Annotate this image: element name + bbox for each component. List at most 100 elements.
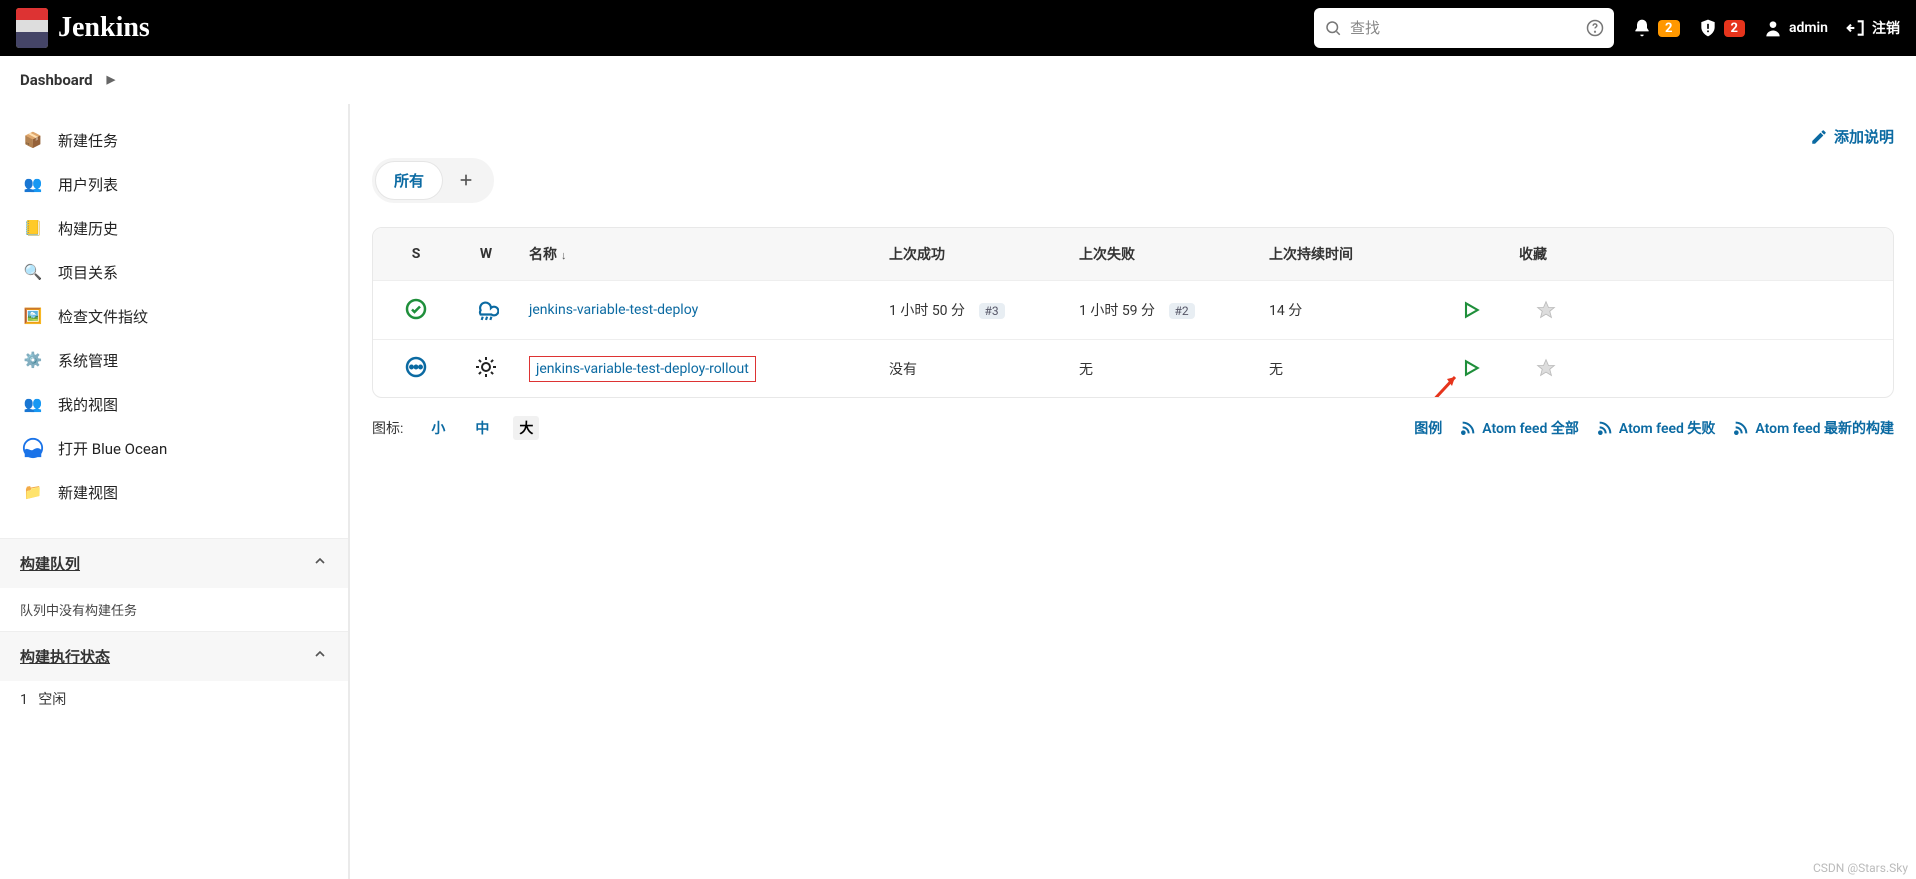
feed-latest-link[interactable]: Atom feed 最新的构建 [1733,418,1894,438]
top-header: Jenkins 2 2 admin 注销 [0,0,1916,56]
col-weather[interactable]: W [451,246,521,262]
shield-alert-icon [1698,18,1718,38]
col-last-failure[interactable]: 上次失败 [1071,244,1261,264]
user-icon [1763,18,1783,38]
icons-label: 图标: [372,418,403,438]
sidebar-item-label: 打开 Blue Ocean [58,438,167,459]
collapse-icon[interactable] [312,646,328,666]
sidebar-item-new-job[interactable]: 📦 新建任务 [0,118,348,162]
bell-icon [1632,18,1652,38]
breadcrumb-dashboard[interactable]: Dashboard [20,71,93,89]
legend-link[interactable]: 图例 [1414,418,1442,438]
tab-all[interactable]: 所有 [376,162,442,199]
col-fav[interactable]: 收藏 [1511,244,1581,264]
folder-icon: 📁 [22,481,44,503]
rss-icon [1597,420,1613,436]
blue-ocean-icon [22,437,44,459]
people-icon: 👥 [22,393,44,415]
run-build-button[interactable] [1458,297,1484,323]
icon-size-medium[interactable]: 中 [469,416,495,440]
add-description-button[interactable]: 添加说明 [1810,126,1894,147]
gear-icon: ⚙️ [22,349,44,371]
build-queue-title[interactable]: 构建队列 [20,555,80,573]
tab-add-view[interactable] [442,167,490,195]
sidebar-item-my-views[interactable]: 👥 我的视图 [0,382,348,426]
status-notbuilt-icon [403,354,429,380]
build-badge[interactable]: #2 [1169,303,1195,319]
main-content: 添加说明 所有 S W 名称↓ 上次成功 上次失败 上次持续时间 收藏 [350,104,1916,879]
collapse-icon[interactable] [312,553,328,573]
add-description-label: 添加说明 [1834,126,1894,147]
box-icon: 📦 [22,129,44,151]
search-icon [1324,19,1342,37]
col-name[interactable]: 名称↓ [521,244,881,264]
watermark: CSDN @Stars.Sky [1813,861,1908,875]
sidebar-item-project-relationship[interactable]: 🔍 项目关系 [0,250,348,294]
sidebar-item-label: 系统管理 [58,350,118,371]
people-icon: 👥 [22,173,44,195]
cell-last-failure: 1 小时 59 分 #2 [1071,300,1261,320]
search-box[interactable] [1314,8,1614,48]
sidebar-item-label: 构建历史 [58,218,118,239]
col-last-success[interactable]: 上次成功 [881,244,1071,264]
sidebar-item-label: 用户列表 [58,174,118,195]
favorite-toggle[interactable] [1533,297,1559,323]
executor-number: 1 [20,692,28,708]
executor-row: 1 空闲 [0,681,348,717]
sidebar-item-label: 新建任务 [58,130,118,151]
job-link[interactable]: jenkins-variable-test-deploy-rollout [536,361,749,377]
cell-last-success: 没有 [881,359,1071,379]
search-input[interactable] [1350,20,1578,37]
sidebar-item-blue-ocean[interactable]: 打开 Blue Ocean [0,426,348,470]
build-badge[interactable]: #3 [979,303,1005,319]
logout-label: 注销 [1872,18,1900,38]
sidebar-item-label: 检查文件指纹 [58,306,148,327]
weather-unknown-icon [473,354,499,380]
sidebar-item-label: 项目关系 [58,262,118,283]
logout-icon [1846,18,1866,38]
sidebar: 📦 新建任务 👥 用户列表 📒 构建历史 🔍 项目关系 🖼️ 检查文件指纹 ⚙️ [0,104,350,879]
icon-size-small[interactable]: 小 [425,416,451,440]
col-last-duration[interactable]: 上次持续时间 [1261,244,1431,264]
icon-size-large[interactable]: 大 [513,416,539,440]
rss-icon [1733,420,1749,436]
job-link[interactable]: jenkins-variable-test-deploy [529,302,698,318]
sidebar-item-fingerprint[interactable]: 🖼️ 检查文件指纹 [0,294,348,338]
executor-section: 构建执行状态 [0,631,348,681]
weather-rain-icon [473,295,499,321]
sidebar-item-new-view[interactable]: 📁 新建视图 [0,470,348,514]
jobs-table: S W 名称↓ 上次成功 上次失败 上次持续时间 收藏 [372,227,1894,398]
run-build-button[interactable] [1458,355,1484,381]
sidebar-item-build-history[interactable]: 📒 构建历史 [0,206,348,250]
chevron-right-icon: ▶ [107,73,115,86]
sidebar-item-users[interactable]: 👥 用户列表 [0,162,348,206]
executor-state: 空闲 [38,692,66,708]
breadcrumb: Dashboard ▶ [0,56,1916,104]
cell-duration: 14 分 [1261,300,1431,320]
logout-button[interactable]: 注销 [1846,18,1900,38]
help-icon[interactable] [1586,19,1604,37]
username: admin [1789,20,1828,36]
brand-text: Jenkins [58,12,150,44]
executor-title[interactable]: 构建执行状态 [20,648,110,666]
notifications-button[interactable]: 2 [1632,18,1679,38]
user-menu[interactable]: admin [1763,18,1828,38]
table-row: jenkins-variable-test-deploy-rollout 没有 … [373,339,1893,397]
feed-all-link[interactable]: Atom feed 全部 [1460,418,1579,438]
table-row: jenkins-variable-test-deploy 1 小时 50 分 #… [373,280,1893,339]
build-queue-empty: 队列中没有构建任务 [0,588,348,631]
rss-icon [1460,420,1476,436]
favorite-toggle[interactable] [1533,355,1559,381]
sidebar-item-label: 我的视图 [58,394,118,415]
plus-icon [458,172,474,188]
feed-fail-link[interactable]: Atom feed 失败 [1597,418,1716,438]
table-footer: 图标: 小 中 大 图例 Atom feed 全部 Atom feed 失败 A… [372,416,1894,440]
alerts-button[interactable]: 2 [1698,18,1745,38]
table-header: S W 名称↓ 上次成功 上次失败 上次持续时间 收藏 [373,228,1893,280]
sidebar-item-manage[interactable]: ⚙️ 系统管理 [0,338,348,382]
history-icon: 📒 [22,217,44,239]
col-status[interactable]: S [381,246,451,262]
notif-badge: 2 [1658,20,1679,37]
jenkins-logo-icon [16,8,48,48]
brand[interactable]: Jenkins [16,8,150,48]
